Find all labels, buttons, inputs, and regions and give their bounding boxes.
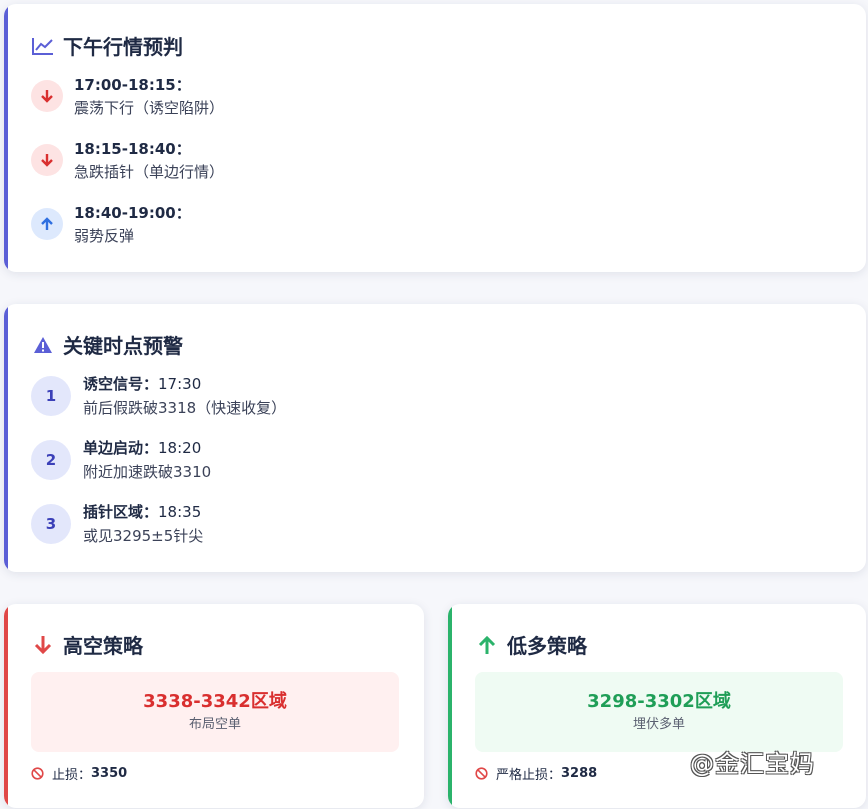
forecast-desc: 急跌插针（单边行情） xyxy=(74,163,225,181)
stop-value: 3350 xyxy=(91,766,128,781)
forecast-time: 18:40-19:00： xyxy=(74,204,191,222)
stop-value: 3288 xyxy=(561,766,598,781)
forecast-card: 下午行情预判 17:00-18:15： 震荡下行（诱空陷阱） 18:15-18:… xyxy=(4,4,866,272)
short-stop-loss: 止损： 3350 xyxy=(31,764,127,783)
forecast-item: 17:00-18:15： 震荡下行（诱空陷阱） xyxy=(31,74,224,120)
long-zone-value: 3298-3302区域 xyxy=(587,691,731,712)
alert-desc: 前后假跌破3318（快速收复） xyxy=(83,399,287,417)
alert-desc: 或见3295±5针尖 xyxy=(83,527,204,545)
long-entry-zone: 3298-3302区域 埋伏多单 xyxy=(475,672,843,752)
short-strategy-title: 高空策略 xyxy=(31,630,143,659)
warning-icon xyxy=(31,333,55,357)
alert-desc: 附近加速跌破3310 xyxy=(83,463,212,481)
long-stop-loss: 严格止损： 3288 xyxy=(475,764,597,783)
arrow-down-icon xyxy=(31,80,63,112)
short-zone-sub: 布局空单 xyxy=(188,717,241,732)
long-strategy-title-text: 低多策略 xyxy=(507,634,587,658)
arrow-up-icon xyxy=(31,208,63,240)
long-zone-sub: 埋伏多单 xyxy=(632,717,685,732)
alert-label: 单边启动： xyxy=(83,439,159,457)
stop-label: 止损： xyxy=(52,768,92,783)
chart-line-icon xyxy=(31,34,55,58)
short-zone-value: 3338-3342区域 xyxy=(143,691,287,712)
step-number-badge: 3 xyxy=(31,504,71,544)
forecast-item: 18:15-18:40： 急跌插针（单边行情） xyxy=(31,138,224,184)
forecast-item: 18:40-19:00： 弱势反弹 xyxy=(31,202,191,248)
alert-time: 18:35 xyxy=(158,503,202,521)
forecast-time: 17:00-18:15： xyxy=(74,76,191,94)
alert-label: 诱空信号： xyxy=(83,375,159,393)
arrow-up-icon xyxy=(475,633,499,657)
alert-time: 17:30 xyxy=(158,375,202,393)
step-number-badge: 2 xyxy=(31,440,71,480)
ban-icon xyxy=(31,767,44,780)
arrow-down-icon xyxy=(31,633,55,657)
alert-title-text: 关键时点预警 xyxy=(63,334,183,358)
forecast-title-text: 下午行情预判 xyxy=(63,35,183,59)
alert-label: 插针区域： xyxy=(83,503,159,521)
short-entry-zone: 3338-3342区域 布局空单 xyxy=(31,672,399,752)
stop-label: 严格止损： xyxy=(496,768,562,783)
alert-time: 18:20 xyxy=(158,439,202,457)
step-number-badge: 1 xyxy=(31,376,71,416)
long-strategy-title: 低多策略 xyxy=(475,630,587,659)
alert-title: 关键时点预警 xyxy=(31,330,183,359)
short-strategy-card: 高空策略 3338-3342区域 布局空单 止损： 3350 xyxy=(4,604,424,808)
ban-icon xyxy=(475,767,488,780)
arrow-down-icon xyxy=(31,144,63,176)
forecast-title: 下午行情预判 xyxy=(31,31,183,60)
alert-card: 关键时点预警 1 诱空信号：17:30 前后假跌破3318（快速收复） 2 单边… xyxy=(4,304,866,572)
alert-item: 1 诱空信号：17:30 前后假跌破3318（快速收复） xyxy=(31,372,286,420)
forecast-desc: 震荡下行（诱空陷阱） xyxy=(74,99,225,117)
watermark: @金汇宝妈 xyxy=(690,750,815,778)
forecast-time: 18:15-18:40： xyxy=(74,140,191,158)
alert-item: 2 单边启动：18:20 附近加速跌破3310 xyxy=(31,436,211,484)
forecast-desc: 弱势反弹 xyxy=(74,227,135,245)
short-strategy-title-text: 高空策略 xyxy=(63,634,143,658)
alert-item: 3 插针区域：18:35 或见3295±5针尖 xyxy=(31,500,203,548)
